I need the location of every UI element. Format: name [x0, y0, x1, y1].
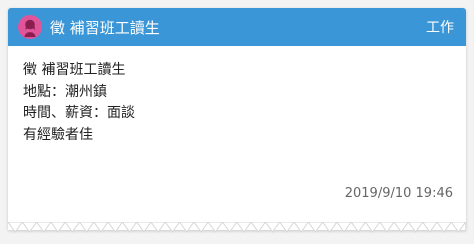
content-line: 時間、薪資：面談 — [23, 105, 135, 121]
content-line: 徵 補習班工讀生 — [23, 62, 126, 78]
content-line: 地點：潮州鎮 — [23, 83, 107, 100]
post-timestamp: 2019/9/10 19:46 — [344, 186, 453, 201]
content-line: 有經驗者佳 — [23, 126, 93, 143]
post-title[interactable]: 徵 補習班工讀生 — [50, 17, 426, 38]
category-label[interactable]: 工作 — [426, 17, 454, 37]
female-avatar-icon — [18, 15, 42, 39]
torn-edge-divider — [8, 222, 466, 233]
post-content: 徵 補習班工讀生 地點：潮州鎮 時間、薪資：面談 有經驗者佳 — [8, 46, 466, 146]
post-card[interactable]: 徵 補習班工讀生 工作 徵 補習班工讀生 地點：潮州鎮 時間、薪資：面談 有經驗… — [8, 8, 466, 230]
post-header: 徵 補習班工讀生 工作 — [8, 8, 466, 46]
